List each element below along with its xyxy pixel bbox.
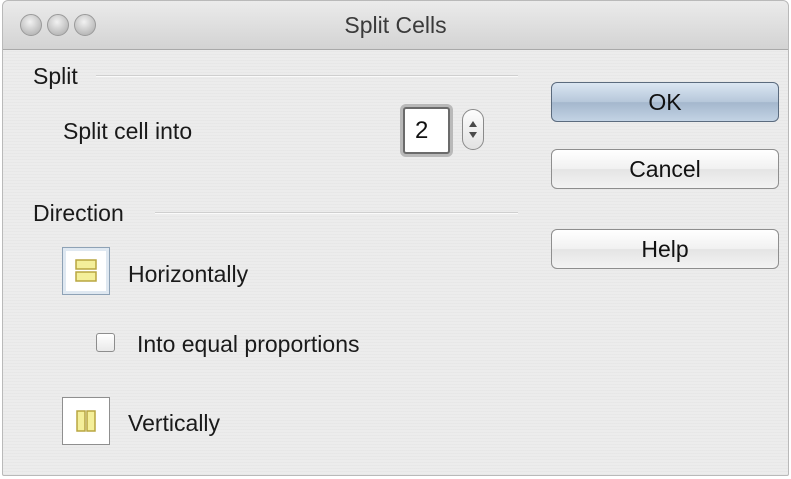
- split-count-field[interactable]: 2: [403, 107, 450, 154]
- stepper-arrows-icon[interactable]: [462, 109, 484, 150]
- split-horizontal-icon-graphic: [75, 259, 97, 282]
- split-section-label: Split: [33, 63, 78, 89]
- stepper-up-arrow-icon[interactable]: [469, 121, 477, 127]
- split-section-divider: [96, 75, 518, 77]
- split-horizontal-icon[interactable]: [62, 247, 110, 295]
- window-title: Split Cells: [344, 12, 447, 38]
- cancel-button[interactable]: Cancel: [551, 149, 779, 189]
- equal-proportions-checkbox[interactable]: [96, 333, 115, 352]
- direction-section-divider: [155, 212, 518, 214]
- direction-section-label: Direction: [33, 200, 124, 226]
- split-cells-dialog: Split Cells Split Split cell into 2 Dire…: [2, 0, 789, 476]
- help-button[interactable]: Help: [551, 229, 779, 269]
- title-bar: Split Cells: [3, 1, 788, 50]
- horizontally-label[interactable]: Horizontally: [128, 261, 248, 288]
- split-vertical-icon-graphic: [76, 410, 96, 432]
- stepper-down-arrow-icon[interactable]: [469, 132, 477, 138]
- vertically-label[interactable]: Vertically: [128, 410, 220, 437]
- ok-button[interactable]: OK: [551, 82, 779, 122]
- split-vertical-icon[interactable]: [62, 397, 110, 445]
- equal-proportions-label[interactable]: Into equal proportions: [137, 331, 360, 358]
- split-cell-into-label: Split cell into: [63, 118, 193, 144]
